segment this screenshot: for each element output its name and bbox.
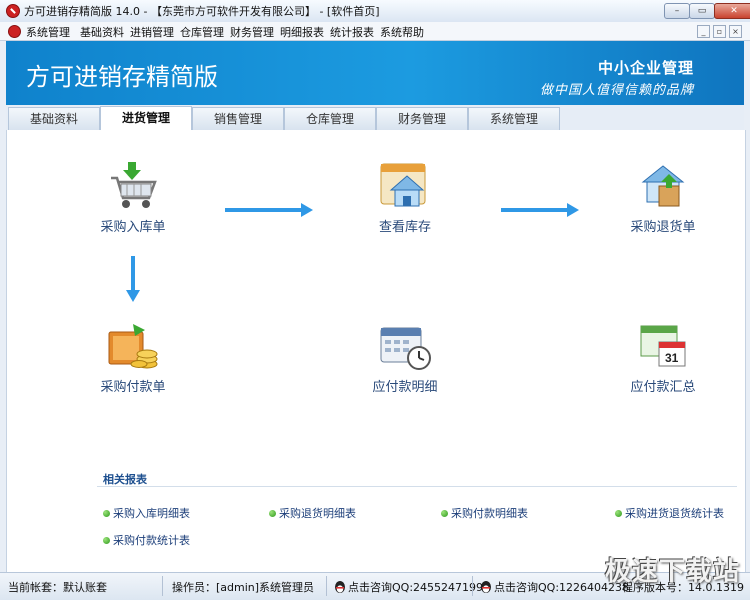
tab-warehouse[interactable]: 仓库管理: [284, 107, 376, 130]
minimize-button[interactable]: –: [664, 3, 690, 19]
menu-help[interactable]: 系统帮助: [380, 24, 424, 40]
purchase-in-button[interactable]: 采购入库单: [73, 160, 193, 235]
banner-slogan-sub: 做中国人值得信赖的品牌: [539, 83, 694, 98]
watermark-text: 极速下载站: [604, 557, 740, 587]
related-divider: [97, 486, 737, 487]
status-operator: 操作员：[admin]系统管理员: [172, 581, 315, 594]
purchase-in-label: 采购入库单: [100, 220, 166, 235]
menu-bar: 系统管理 基础资料 进销管理 仓库管理 财务管理 明细报表 统计报表 系统帮助 …: [0, 22, 750, 41]
menu-detail-reports[interactable]: 明细报表: [280, 24, 324, 40]
banner-slogan-main: 中小企业管理: [597, 59, 694, 77]
report-link-in-return-stats[interactable]: 采购进货退货统计表: [615, 505, 724, 521]
calendar-31-icon: 31: [635, 320, 691, 372]
payable-detail-label: 应付款明细: [372, 380, 438, 395]
green-bullet-icon: [615, 510, 622, 517]
payable-detail-button[interactable]: 应付款明细: [345, 320, 465, 395]
app-icon: [6, 4, 20, 18]
payable-summary-button[interactable]: 31 应付款汇总: [603, 320, 723, 395]
menu-finance[interactable]: 财务管理: [230, 24, 274, 40]
qq-penguin-icon: [481, 581, 491, 593]
restore-button[interactable]: ▭: [689, 3, 715, 19]
flow-arrow-right-2: [501, 203, 579, 217]
purchase-return-button[interactable]: 采购退货单: [603, 160, 723, 235]
report-link-label: 采购入库明细表: [113, 507, 190, 520]
shopping-cart-icon: [105, 160, 161, 212]
status-divider: [472, 576, 473, 596]
status-divider: [162, 576, 163, 596]
status-divider: [326, 576, 327, 596]
header-banner: 方可进销存精简版 中小企业管理 做中国人值得信赖的品牌: [6, 41, 744, 105]
payable-summary-label: 应付款汇总: [630, 380, 696, 395]
purchase-payment-button[interactable]: 采购付款单: [73, 320, 193, 395]
menu-basic-data[interactable]: 基础资料: [80, 24, 124, 40]
tab-basic-data[interactable]: 基础资料: [8, 107, 100, 130]
report-link-return-detail[interactable]: 采购退货明细表: [269, 505, 356, 521]
tab-sales[interactable]: 销售管理: [192, 107, 284, 130]
status-account: 当前帐套：默认账套: [8, 581, 107, 594]
flow-arrow-right-1: [225, 203, 313, 217]
report-link-payment-detail[interactable]: 采购付款明细表: [441, 505, 528, 521]
qq-penguin-icon: [335, 581, 345, 593]
banner-title: 方可进销存精简版: [26, 63, 218, 91]
mdi-restore-button[interactable]: ▫: [713, 25, 726, 38]
report-link-payment-stats[interactable]: 采购付款统计表: [103, 532, 190, 548]
green-bullet-icon: [103, 510, 110, 517]
green-bullet-icon: [441, 510, 448, 517]
mdi-close-button[interactable]: ×: [729, 25, 742, 38]
view-stock-label: 查看库存: [378, 220, 431, 235]
view-stock-button[interactable]: 查看库存: [345, 160, 465, 235]
return-house-icon: [635, 160, 691, 212]
svg-text:31: 31: [665, 351, 679, 365]
app-menu-icon[interactable]: [8, 25, 21, 38]
menu-stat-reports[interactable]: 统计报表: [330, 24, 374, 40]
flow-arrow-down: [126, 256, 140, 302]
coins-folder-icon: [105, 320, 161, 372]
mdi-minimize-button[interactable]: _: [697, 25, 710, 38]
green-bullet-icon: [269, 510, 276, 517]
report-link-purchase-in-detail[interactable]: 采购入库明细表: [103, 505, 190, 521]
purchase-workflow-panel: 采购入库单 查看库存 采购退货单 采购付款单 应付款明细 31 应付款汇总 相关…: [6, 130, 746, 572]
menu-purchase-sales[interactable]: 进销管理: [130, 24, 174, 40]
report-link-label: 采购付款明细表: [451, 507, 528, 520]
tab-finance[interactable]: 财务管理: [376, 107, 468, 130]
qq-consult-label-1: 点击咨询QQ:2455247199: [348, 581, 484, 594]
title-bar: 方可进销存精简版 14.0 - 【东莞市方可软件开发有限公司】 - [软件首页]…: [0, 0, 750, 23]
close-button[interactable]: ✕: [714, 3, 750, 19]
green-bullet-icon: [103, 537, 110, 544]
report-link-label: 采购付款统计表: [113, 534, 190, 547]
menu-system[interactable]: 系统管理: [26, 24, 70, 40]
purchase-return-label: 采购退货单: [630, 220, 696, 235]
tab-purchase[interactable]: 进货管理: [100, 106, 192, 131]
report-link-label: 采购退货明细表: [279, 507, 356, 520]
warehouse-icon: [377, 160, 433, 212]
related-reports-title: 相关报表: [103, 473, 147, 486]
window-title: 方可进销存精简版 14.0 - 【东莞市方可软件开发有限公司】 - [软件首页]: [24, 5, 380, 18]
module-tabs: 基础资料 进货管理 销售管理 仓库管理 财务管理 系统管理: [6, 105, 744, 131]
calendar-clock-icon: [377, 320, 433, 372]
tab-system[interactable]: 系统管理: [468, 107, 560, 130]
qq-consult-link-1[interactable]: 点击咨询QQ:2455247199: [334, 579, 483, 595]
report-link-label: 采购进货退货统计表: [625, 507, 724, 520]
purchase-payment-label: 采购付款单: [100, 380, 166, 395]
menu-warehouse[interactable]: 仓库管理: [180, 24, 224, 40]
